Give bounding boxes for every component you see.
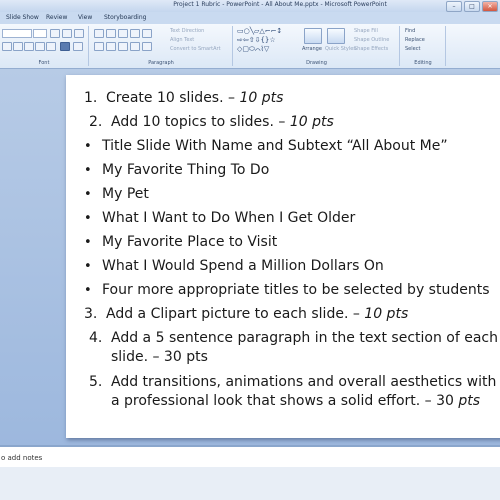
quick-styles-icon[interactable] [327,28,345,44]
list-item[interactable]: • What I Would Spend a Million Dollars O… [84,257,384,276]
grow-font-icon[interactable] [50,29,60,38]
maximize-button[interactable]: □ [464,1,480,12]
list-item[interactable]: • Four more appropriate titles to be sel… [84,281,490,300]
notes-placeholder: o add notes [1,454,43,462]
align-center-icon[interactable] [106,42,116,51]
increase-indent-icon[interactable] [130,29,140,38]
minimize-button[interactable]: – [446,1,462,12]
list-item[interactable]: • My Favorite Place to Visit [84,233,277,252]
strikethrough-icon[interactable] [35,42,45,51]
drawing-group-caption: Drawing [306,60,327,66]
clear-formatting-icon[interactable] [74,29,84,38]
list-item[interactable]: • What I Want to Do When I Get Older [84,209,355,228]
paragraph-group-caption: Paragraph [148,60,174,66]
convert-smartart-button[interactable]: Convert to SmartArt [170,46,221,52]
list-item[interactable]: • My Pet [84,185,149,204]
ribbon: Font Text Direction Align Text Convert t… [0,24,500,69]
shrink-font-icon[interactable] [62,29,72,38]
font-name-field[interactable] [2,29,32,38]
drawing-group: ▭○╲▱△⌐⌐↕ ⇨⇦⇧⇩{}☆ ◇▢⬭⌒⌇▽ Arrange Quick St… [234,26,400,66]
shadow-icon[interactable] [46,42,56,51]
list-item[interactable]: 4. Add a 5 sentence paragraph in the tex… [89,329,498,348]
tab-review[interactable]: Review [46,14,67,21]
list-item[interactable]: 1. Create 10 slides. – 10 pts [84,89,283,108]
list-item[interactable]: • My Favorite Thing To Do [84,161,269,180]
shapes-gallery-row3-icon[interactable]: ◇▢⬭⌒⌇▽ [237,46,269,53]
list-item-continuation[interactable]: slide. – 30 pts [111,348,208,367]
notes-pane[interactable]: o add notes [0,445,500,469]
shape-effects-button[interactable]: Shape Effects [354,46,388,52]
arrange-button[interactable]: Arrange [302,46,322,52]
underline-icon[interactable] [24,42,34,51]
list-item[interactable]: 3. Add a Clipart picture to each slide. … [84,305,408,324]
bullets-icon[interactable] [94,29,104,38]
font-color-icon[interactable] [60,42,70,51]
replace-button[interactable]: Replace [405,37,425,43]
numbering-icon[interactable] [106,29,116,38]
quick-styles-button[interactable]: Quick Styles [325,46,356,52]
window-controls: – □ ✕ [446,1,498,12]
bold-icon[interactable] [2,42,12,51]
list-item[interactable]: 5. Add transitions, animations and overa… [89,373,496,392]
list-item[interactable]: 2. Add 10 topics to slides. – 10 pts [89,113,334,132]
window-title: Project 1 Rubric - PowerPoint - All Abou… [173,1,387,8]
shape-fill-button[interactable]: Shape Fill [354,28,378,34]
select-button[interactable]: Select [405,46,420,52]
line-spacing-icon[interactable] [142,29,152,38]
align-text-button[interactable]: Align Text [170,37,194,43]
tab-slide-show[interactable]: Slide Show [6,14,39,21]
tab-view[interactable]: View [78,14,92,21]
text-direction-button[interactable]: Text Direction [170,28,204,34]
title-bar: Project 1 Rubric - PowerPoint - All Abou… [0,0,500,12]
editing-group: Find Replace Select Editing [401,26,446,66]
paragraph-group: Text Direction Align Text Convert to Sma… [90,26,233,66]
font-group-caption: Font [38,60,50,66]
find-button[interactable]: Find [405,28,415,34]
font-group: Font [0,26,89,66]
shape-outline-button[interactable]: Shape Outline [354,37,389,43]
list-item-continuation[interactable]: a professional look that shows a solid e… [111,392,480,411]
align-left-icon[interactable] [94,42,104,51]
list-item[interactable]: • Title Slide With Name and Subtext “All… [84,137,448,156]
justify-icon[interactable] [130,42,140,51]
italic-icon[interactable] [13,42,23,51]
font-size-field[interactable] [33,29,47,38]
align-right-icon[interactable] [118,42,128,51]
character-spacing-icon[interactable] [73,42,83,51]
slide-canvas[interactable]: 1. Create 10 slides. – 10 pts 2. Add 10 … [66,75,500,438]
close-button[interactable]: ✕ [482,1,498,12]
editing-group-caption: Editing [414,60,432,66]
shapes-gallery-icon[interactable]: ▭○╲▱△⌐⌐↕ [237,28,282,35]
decrease-indent-icon[interactable] [118,29,128,38]
arrange-icon[interactable] [304,28,322,44]
tab-storyboarding[interactable]: Storyboarding [104,14,146,21]
columns-icon[interactable] [142,42,152,51]
shapes-gallery-row2-icon[interactable]: ⇨⇦⇧⇩{}☆ [237,37,276,44]
lower-pane [0,467,500,500]
